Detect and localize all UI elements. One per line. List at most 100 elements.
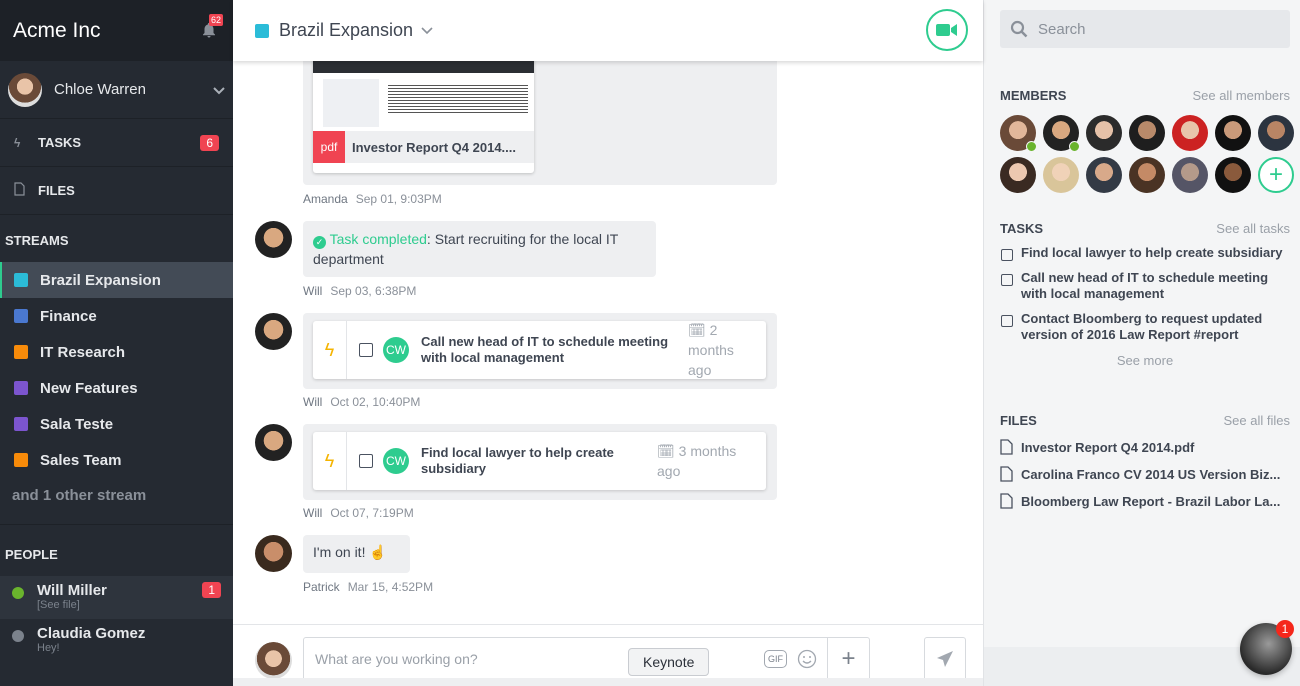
assignee-avatar: CW [383,337,409,363]
file-attachment[interactable]: pdf Investor Report Q4 2014.... [313,61,534,173]
notifications-button[interactable]: 62 [200,13,224,41]
member-avatar[interactable] [1086,157,1122,193]
chat-head-badge: 1 [1276,620,1294,638]
stream-item[interactable]: Finance [0,298,233,334]
online-indicator [1026,141,1037,152]
chevron-down-icon[interactable] [421,26,433,35]
stream-item[interactable]: New Features [0,370,233,406]
file-icon [14,182,28,199]
members-grid: + [1000,115,1294,193]
stream-color-swatch [14,453,28,467]
message-author[interactable]: Patrick [303,580,340,594]
chat-head-avatar[interactable]: 1 [1240,620,1294,675]
gif-button[interactable]: GIF [764,650,787,668]
member-avatar[interactable] [1086,115,1122,151]
composer: GIF + [233,624,983,686]
tasks-count-badge: 6 [200,134,219,151]
task-list-item[interactable]: Contact Bloomberg to request updated ver… [1000,311,1290,343]
task-card[interactable]: ϟ CW Find local lawyer to help create su… [313,432,766,490]
send-button[interactable] [924,637,966,681]
files-section: FILES See all files Investor Report Q4 20… [1000,413,1290,509]
task-checkbox[interactable] [1001,274,1013,286]
stream-label: Finance [40,307,97,325]
member-avatar[interactable] [1258,115,1294,151]
message-time: Oct 02, 10:40PM [330,395,421,409]
member-avatar[interactable] [1043,115,1080,152]
person-item[interactable]: Will Miller [See file] 1 [0,576,233,619]
user-avatar [8,72,42,107]
message-bubble: I'm on it! ☝ [303,535,410,573]
org-name: Acme Inc [13,18,101,42]
task-title[interactable]: Find local lawyer to help create subsidi… [421,445,641,477]
person-last-message: Hey! [37,642,60,654]
message-author[interactable]: Amanda [303,192,348,206]
message-bubble: ✓ Task completed: Start recruiting for t… [303,221,656,277]
see-more-tasks-link[interactable]: See more [1000,353,1290,368]
member-avatar[interactable] [1172,115,1208,151]
attach-plus-button[interactable]: + [827,637,869,681]
video-call-button[interactable] [926,9,968,51]
stream-item[interactable]: Brazil Expansion [0,262,233,298]
message-author[interactable]: Will [303,506,322,520]
tasks-section: TASKS See all tasks Find local lawyer to … [1000,221,1290,368]
person-name: Claudia Gomez [37,625,146,642]
member-avatar[interactable] [1000,115,1037,152]
stream-color-swatch [255,23,269,38]
keynote-tooltip: Keynote [628,648,710,676]
task-list-item[interactable]: Call new head of IT to schedule meeting … [1000,270,1290,302]
unread-badge: 1 [202,582,221,598]
add-member-button[interactable]: + [1258,157,1294,193]
member-avatar[interactable] [1215,157,1251,193]
stream-item[interactable]: Sala Teste [0,406,233,442]
app: Acme Inc 62 Chloe Warren ϟ TASKS 6 FILES… [0,0,1300,686]
message-meta: Amanda Sep 01, 9:03PM [303,192,442,206]
member-avatar[interactable] [1215,115,1251,151]
task-checkbox[interactable] [1001,249,1013,261]
message-feed[interactable]: pdf Investor Report Q4 2014.... Amanda Se… [233,61,983,624]
stream-color-swatch [14,273,28,287]
search-box[interactable]: Search [1000,10,1290,48]
see-all-members-link[interactable]: See all members [1192,88,1290,103]
message-meta: Patrick Mar 15, 4:52PM [303,580,433,594]
calendar-icon: 🗓 [688,322,706,338]
file-preview [313,61,534,131]
author-avatar[interactable] [255,313,292,350]
files-list: Investor Report Q4 2014.pdf Carolina Fran… [1000,439,1290,509]
task-checkbox[interactable] [1001,315,1013,327]
message-author[interactable]: Will [303,395,322,409]
see-all-files-link[interactable]: See all files [1224,413,1290,428]
task-checkbox[interactable] [359,454,373,468]
stream-item[interactable]: Sales Team [0,442,233,478]
author-avatar[interactable] [255,221,292,258]
emoji-icon[interactable] [797,649,817,669]
file-list-item[interactable]: Investor Report Q4 2014.pdf [1000,439,1290,455]
check-circle-icon: ✓ [313,236,326,249]
task-title[interactable]: Call new head of IT to schedule meeting … [421,334,676,366]
members-heading: MEMBERS [1000,88,1067,103]
see-all-tasks-link[interactable]: See all tasks [1216,221,1290,236]
nav-tasks[interactable]: ϟ TASKS 6 [0,119,233,167]
stream-item[interactable]: IT Research [0,334,233,370]
stream-title[interactable]: Brazil Expansion [279,20,413,41]
member-avatar[interactable] [1129,157,1165,193]
person-item[interactable]: Claudia Gomez Hey! [0,619,233,662]
calendar-icon: 🗓 [657,443,675,459]
task-checkbox[interactable] [359,343,373,357]
message-author[interactable]: Will [303,284,322,298]
member-avatar[interactable] [1129,115,1165,151]
task-list-item[interactable]: Find local lawyer to help create subsidi… [1000,245,1290,261]
notifications-badge: 62 [209,13,224,26]
stream-label: New Features [40,379,138,397]
author-avatar[interactable] [255,424,292,461]
other-streams-link[interactable]: and 1 other stream [0,478,233,525]
nav-files[interactable]: FILES [0,167,233,215]
online-indicator [1069,141,1080,152]
member-avatar[interactable] [1043,157,1079,193]
task-card[interactable]: ϟ CW Call new head of IT to schedule mee… [313,321,766,379]
author-avatar[interactable] [255,535,292,572]
member-avatar[interactable] [1000,157,1036,193]
user-menu[interactable]: Chloe Warren [0,61,233,119]
file-list-item[interactable]: Bloomberg Law Report - Brazil Labor La..… [1000,493,1290,509]
file-list-item[interactable]: Carolina Franco CV 2014 US Version Biz..… [1000,466,1290,482]
member-avatar[interactable] [1172,157,1208,193]
